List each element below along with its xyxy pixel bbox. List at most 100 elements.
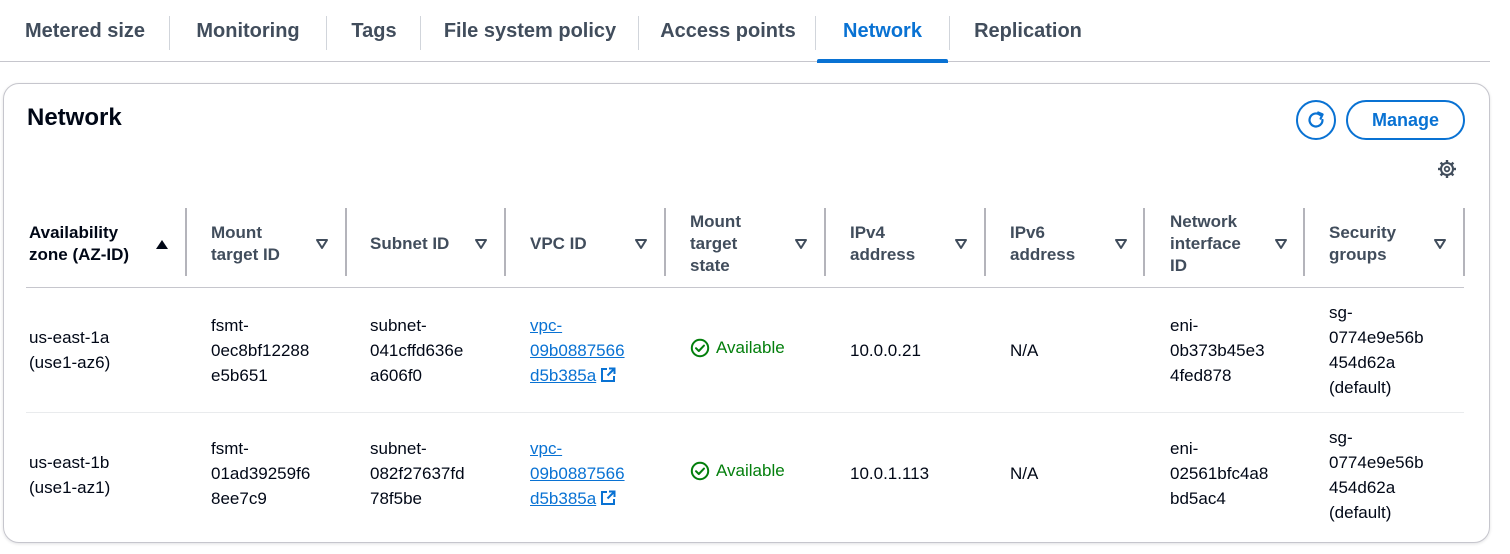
- table-row-2-network-interface-id: eni- 02561bfc4a8 bd5ac4: [1170, 436, 1268, 511]
- text-line: eni-: [1170, 316, 1199, 335]
- text-line: 0b373b45e3: [1170, 341, 1265, 360]
- sort-icon: [795, 239, 807, 249]
- column-resizer[interactable]: [504, 208, 506, 276]
- tab-replication[interactable]: Replication: [958, 0, 1098, 62]
- tab-divider: [169, 16, 170, 50]
- manage-button[interactable]: Manage: [1346, 100, 1465, 140]
- tab-file-system-policy[interactable]: File system policy: [432, 0, 628, 62]
- tab-label: File system policy: [443, 19, 617, 42]
- text-line: fsmt-: [211, 439, 249, 458]
- status-badge: Available: [690, 461, 785, 481]
- manage-button-label: Manage: [1371, 109, 1440, 130]
- text-line: 4fed878: [1170, 366, 1232, 385]
- column-header-ipv6-address[interactable]: IPv6 address: [1010, 208, 1140, 280]
- header-text: address: [1010, 245, 1076, 264]
- tab-metered-size[interactable]: Metered size: [12, 0, 158, 62]
- gear-icon: [1438, 160, 1456, 178]
- text-line: 041cffd636e: [370, 341, 464, 360]
- header-text: address: [850, 245, 916, 264]
- tab-label: Network: [843, 19, 922, 42]
- table-row-1-mount-target-id: fsmt- 0ec8bf12288 e5b651: [211, 313, 309, 388]
- tab-divider: [420, 16, 421, 50]
- column-resizer[interactable]: [1303, 208, 1305, 276]
- text-line: e5b651: [211, 366, 268, 385]
- panel-title: Network: [27, 104, 122, 131]
- column-header-availability-zone[interactable]: Availability zone (AZ-ID): [29, 208, 179, 280]
- text-line: sg-: [1329, 428, 1353, 447]
- table-row-2-ipv4: 10.0.1.113: [850, 464, 930, 483]
- header-text: target: [690, 234, 738, 253]
- sort-ascending-icon: [156, 240, 168, 249]
- table-row-1-security-groups: sg- 0774e9e56b 454d62a (default): [1329, 300, 1424, 400]
- tab-divider: [638, 16, 639, 50]
- tab-divider: [326, 16, 327, 50]
- external-link-icon[interactable]: [600, 490, 616, 506]
- text-line: 8ee7c9: [211, 489, 267, 508]
- header-text: target ID: [211, 245, 280, 264]
- tab-network[interactable]: Network: [817, 0, 948, 63]
- tab-monitoring[interactable]: Monitoring: [180, 0, 316, 62]
- column-header-subnet-id[interactable]: Subnet ID: [370, 208, 500, 280]
- tab-tags[interactable]: Tags: [336, 0, 412, 62]
- header-text: Network: [1170, 212, 1238, 231]
- header-text: interface: [1170, 234, 1241, 253]
- tab-label: Replication: [974, 19, 1082, 42]
- text-line: eni-: [1170, 439, 1199, 458]
- column-resizer[interactable]: [664, 208, 666, 276]
- column-resizer[interactable]: [824, 208, 826, 276]
- column-header-network-interface-id[interactable]: Network interface ID: [1170, 208, 1300, 280]
- az-name: us-east-1a: [29, 328, 110, 347]
- row-divider: [26, 412, 1464, 413]
- table-row-1-ipv4: 10.0.0.21: [850, 341, 921, 360]
- table-row-1-network-interface-id: eni- 0b373b45e3 4fed878: [1170, 313, 1265, 388]
- column-resizer[interactable]: [345, 208, 347, 276]
- sort-icon: [1275, 239, 1287, 249]
- external-link-icon[interactable]: [600, 367, 616, 383]
- column-header-ipv4-address[interactable]: IPv4 address: [850, 208, 980, 280]
- vpc-link[interactable]: vpc-: [530, 313, 625, 338]
- tab-access-points[interactable]: Access points: [650, 0, 806, 62]
- column-resizer[interactable]: [185, 208, 187, 276]
- status-text: Available: [716, 338, 785, 357]
- refresh-icon: [1308, 111, 1324, 128]
- text-line: (default): [1329, 503, 1392, 522]
- table-row-2-security-groups: sg- 0774e9e56b 454d62a (default): [1329, 425, 1424, 525]
- column-header-vpc-id[interactable]: VPC ID: [530, 208, 660, 280]
- vpc-link[interactable]: d5b385a: [530, 366, 596, 385]
- az-id: (use1-az1): [29, 478, 111, 497]
- column-header-mount-target-state[interactable]: Mount target state: [690, 208, 820, 280]
- text-line: (default): [1329, 378, 1392, 397]
- column-resizer[interactable]: [984, 208, 986, 276]
- status-badge: Available: [690, 338, 785, 358]
- tab-label: Monitoring: [196, 19, 300, 42]
- table-row-1-vpc-id: vpc- 09b0887566 d5b385a: [530, 313, 625, 388]
- tab-divider: [949, 16, 950, 50]
- text-line: 082f27637fd: [370, 464, 465, 483]
- vpc-link[interactable]: d5b385a: [530, 489, 596, 508]
- status-text: Available: [716, 461, 785, 480]
- column-header-security-groups[interactable]: Security groups: [1329, 208, 1459, 280]
- text-line: 0774e9e56b: [1329, 453, 1424, 472]
- tab-label: Tags: [351, 19, 397, 42]
- column-resizer[interactable]: [1143, 208, 1145, 276]
- header-text: state: [690, 256, 730, 275]
- text-line: bd5ac4: [1170, 489, 1226, 508]
- text-line: fsmt-: [211, 316, 249, 335]
- column-resizer[interactable]: [1463, 208, 1465, 276]
- vpc-link[interactable]: 09b0887566: [530, 461, 625, 486]
- text-line: 454d62a: [1329, 478, 1396, 497]
- table-row-1-ipv6: N/A: [1010, 341, 1039, 360]
- header-text: Mount: [211, 223, 262, 242]
- text-line: subnet-: [370, 439, 427, 458]
- vpc-link[interactable]: vpc-: [530, 436, 625, 461]
- vpc-link[interactable]: 09b0887566: [530, 338, 625, 363]
- text-line: 01ad39259f6: [211, 464, 311, 483]
- table-preferences-button[interactable]: [1436, 158, 1458, 180]
- refresh-button[interactable]: [1296, 100, 1336, 140]
- tab-label: Metered size: [24, 19, 146, 42]
- tab-label: Access points: [660, 19, 796, 42]
- header-text: Security: [1329, 223, 1397, 242]
- table-row-2-ipv6: N/A: [1010, 464, 1039, 483]
- table-row-1-az: us-east-1a (use1-az6): [29, 325, 110, 375]
- column-header-mount-target-id[interactable]: Mount target ID: [211, 208, 341, 280]
